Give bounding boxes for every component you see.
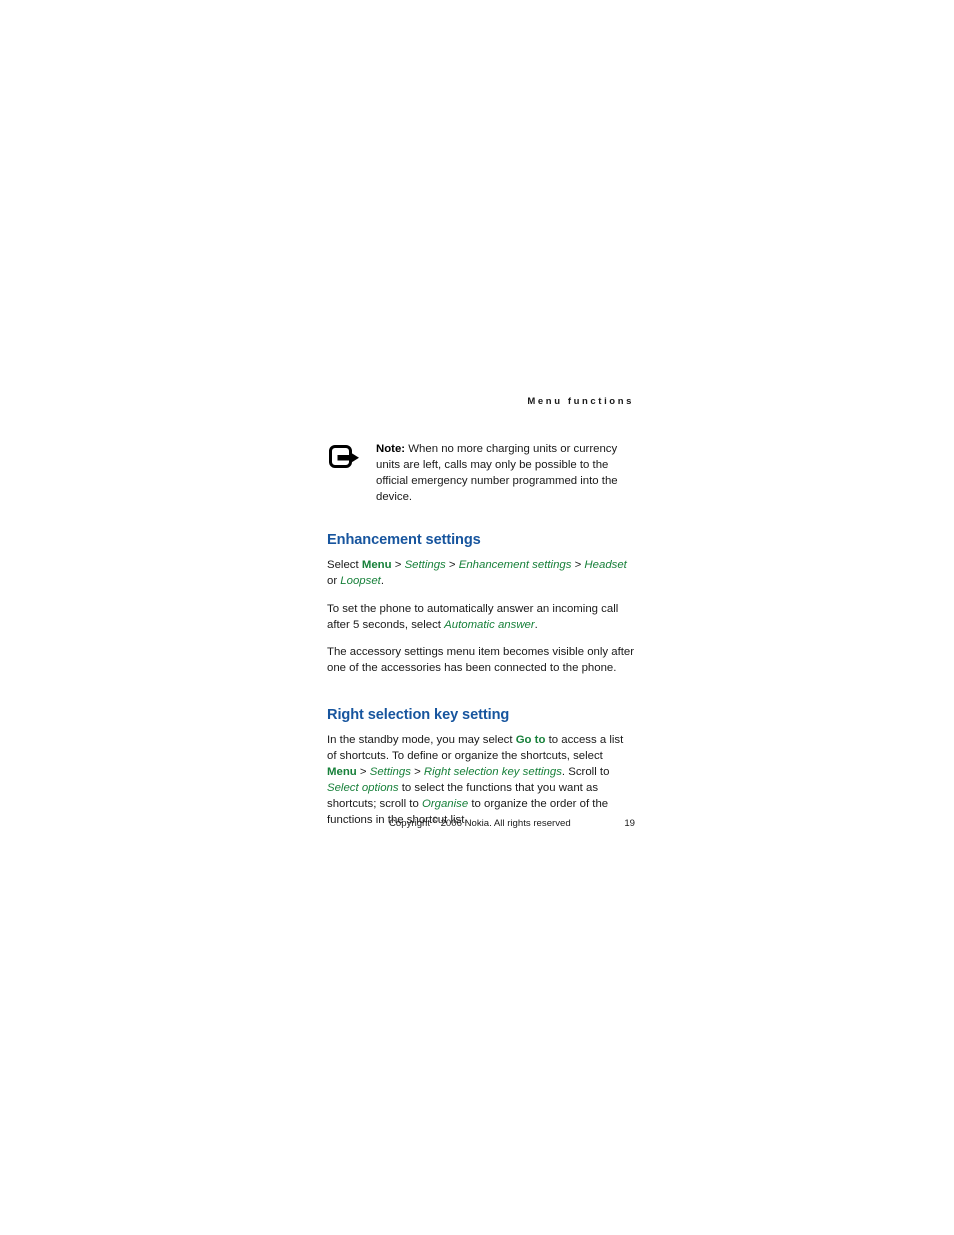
page-footer: Copyright © 2006 Nokia. All rights reser… xyxy=(327,817,635,829)
page-content: Menu functions Note: When no more chargi… xyxy=(327,396,635,829)
note-text: Note: When no more charging units or cur… xyxy=(376,441,635,505)
text-run: Automatic answer xyxy=(444,618,535,631)
text-run: . xyxy=(380,575,385,588)
copyright-suffix: 2006 Nokia. All rights reserved xyxy=(437,818,571,830)
paragraph: Select Menu > Settings > Enhancement set… xyxy=(327,557,635,589)
text-run: > xyxy=(410,766,424,779)
text-run: Loopset xyxy=(340,575,381,588)
text-run: Go to xyxy=(515,733,546,746)
paragraph: To set the phone to automatically answer… xyxy=(327,601,635,633)
text-run: Settings xyxy=(404,559,446,572)
text-run: Select options xyxy=(327,782,399,795)
copyright-prefix: Copyright xyxy=(389,818,433,830)
text-run: In the standby mode, you may select xyxy=(327,733,516,746)
text-run: The accessory settings menu item becomes… xyxy=(327,645,635,674)
page-number: 19 xyxy=(624,818,635,830)
text-run: > xyxy=(391,559,405,572)
text-run: Organise xyxy=(421,798,469,811)
note-pointer-icon xyxy=(329,445,359,468)
paragraph: In the standby mode, you may select Go t… xyxy=(327,732,635,829)
running-header: Menu functions xyxy=(527,396,634,407)
text-run: Enhancement settings xyxy=(458,559,572,572)
copyright-notice: Copyright © 2006 Nokia. All rights reser… xyxy=(327,817,571,829)
text-run: Select xyxy=(327,559,362,572)
text-run: or xyxy=(327,575,341,588)
note-callout: Note: When no more charging units or cur… xyxy=(327,441,635,505)
text-run: Menu xyxy=(361,559,392,572)
note-label: Note: xyxy=(376,443,406,455)
text-run: Settings xyxy=(369,766,411,779)
text-run: Right selection key settings xyxy=(423,766,562,779)
text-run: . Scroll to xyxy=(561,766,610,779)
text-run: Menu xyxy=(327,766,357,779)
text-run: . xyxy=(534,618,538,631)
section-heading-enhancement-settings: Enhancement settings xyxy=(327,532,481,549)
section-heading-right-selection-key-setting: Right selection key setting xyxy=(327,706,510,723)
text-run: > xyxy=(356,766,370,779)
note-body: When no more charging units or currency … xyxy=(376,443,618,504)
paragraph: The accessory settings menu item becomes… xyxy=(327,644,635,676)
text-run: Headset xyxy=(584,559,627,572)
text-run: > xyxy=(445,559,459,572)
text-run: > xyxy=(571,559,585,572)
